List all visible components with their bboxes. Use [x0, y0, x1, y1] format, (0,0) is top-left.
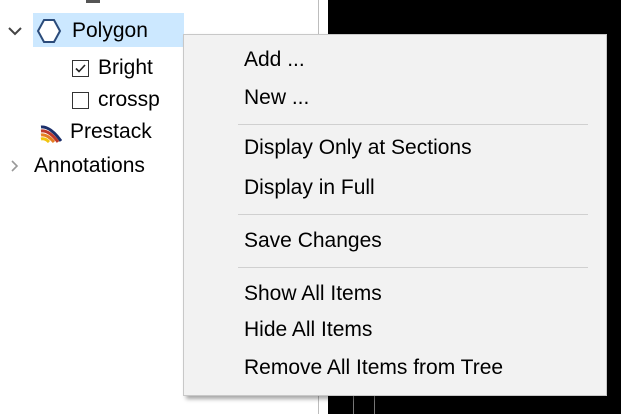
chevron-right-icon[interactable]: [6, 157, 24, 175]
menu-item-display-in-full[interactable]: Display in Full: [244, 173, 375, 203]
tree-item-prestack[interactable]: Prestack: [40, 118, 152, 146]
tree-item-label: Polygon: [72, 19, 148, 42]
menu-separator: [238, 267, 588, 268]
tree-item-annotations[interactable]: Annotations: [6, 152, 145, 180]
menu-separator: [238, 124, 588, 125]
context-menu: Add ... New ... Display Only at Sections…: [183, 34, 607, 396]
prestack-icon: [40, 121, 62, 143]
tree-top-fragment: [86, 0, 100, 3]
tree-item-crossp[interactable]: crossp: [72, 86, 160, 114]
menu-item-show-all-items[interactable]: Show All Items: [244, 279, 382, 309]
polygon-icon: [36, 18, 62, 44]
tree-item-label: Bright: [98, 56, 153, 79]
menu-separator: [238, 214, 588, 215]
checkbox-checked[interactable]: [72, 59, 89, 77]
tree-item-bright[interactable]: Bright: [72, 54, 153, 82]
tree-item-label: crossp: [98, 88, 160, 111]
menu-item-save-changes[interactable]: Save Changes: [244, 226, 382, 256]
checkbox-unchecked[interactable]: [72, 91, 89, 109]
menu-item-remove-all-items-from-tree[interactable]: Remove All Items from Tree: [244, 353, 503, 383]
menu-item-display-only-at-sections[interactable]: Display Only at Sections: [244, 133, 472, 163]
tree-item-label: Annotations: [34, 154, 145, 177]
menu-item-hide-all-items[interactable]: Hide All Items: [244, 315, 372, 345]
chevron-down-icon[interactable]: [6, 22, 24, 40]
tree-item-label: Prestack: [70, 120, 152, 143]
viewer-bottom-mark: [353, 394, 375, 414]
menu-item-new[interactable]: New ...: [244, 83, 309, 113]
menu-item-add[interactable]: Add ...: [244, 45, 305, 75]
tree-item-polygon[interactable]: Polygon: [6, 17, 148, 45]
